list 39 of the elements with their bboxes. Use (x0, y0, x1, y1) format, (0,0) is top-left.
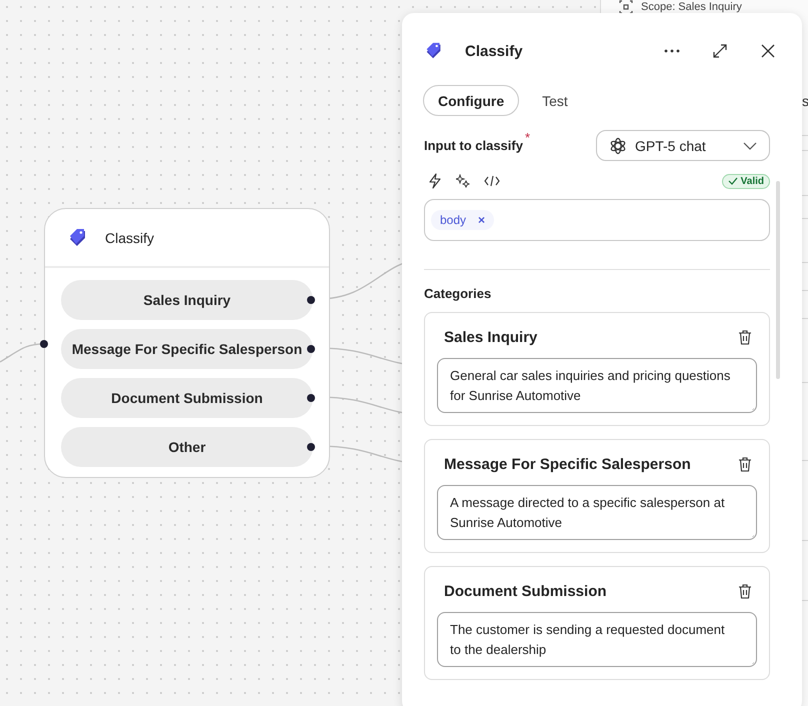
category-pill: Message For Specific Salesperson (61, 329, 313, 369)
description-field[interactable]: The customer is sending a requested document to the dealership (437, 612, 757, 667)
scope-icon (619, 0, 633, 14)
connector-dot[interactable] (307, 296, 315, 304)
tab[interactable]: Configure (423, 85, 520, 116)
node-title: Classify (105, 230, 154, 246)
required-mark: * (524, 130, 530, 145)
chevron-down-icon (743, 142, 757, 150)
connector-dot[interactable] (40, 340, 48, 348)
field-label: Input to classify (424, 138, 523, 153)
sparkle-icon[interactable] (456, 174, 470, 188)
more-icon (664, 49, 680, 53)
scrollbar-thumb[interactable] (776, 181, 780, 379)
expand-icon (713, 44, 727, 58)
description-field[interactable]: General car sales inquiries and pricing questions for Sunrise Automotive (437, 358, 757, 413)
model-dropdown[interactable]: GPT-5 chat (596, 130, 770, 161)
delete-icon[interactable] (738, 457, 752, 472)
connector-dot[interactable] (307, 345, 315, 353)
connector-dot[interactable] (307, 394, 315, 402)
category-name: Sales Inquiry (444, 329, 538, 346)
section-heading: Categories (424, 286, 492, 301)
category-pill: Other (61, 427, 313, 467)
lightning-icon[interactable] (428, 173, 442, 189)
delete-icon[interactable] (738, 584, 752, 599)
category-name: Message For Specific Salesperson (444, 456, 691, 473)
code-icon[interactable] (484, 175, 500, 187)
input-field[interactable]: body × (424, 199, 770, 241)
category-pill: Sales Inquiry (61, 280, 313, 320)
status-badge: Valid (722, 174, 770, 188)
close-icon (761, 44, 775, 58)
panel-title: Classify (465, 42, 523, 60)
category-name: Document Submission (444, 583, 607, 600)
delete-icon[interactable] (738, 330, 752, 345)
connector-dot[interactable] (307, 443, 315, 451)
scope-label: Scope: Sales Inquiry (641, 1, 742, 13)
category-pill: Document Submission (61, 378, 313, 418)
token-chip[interactable]: body × (431, 210, 494, 230)
description-field[interactable]: A message directed to a specific salesperson at Sunrise Automotive (437, 485, 757, 540)
tab[interactable]: Test (527, 85, 583, 116)
